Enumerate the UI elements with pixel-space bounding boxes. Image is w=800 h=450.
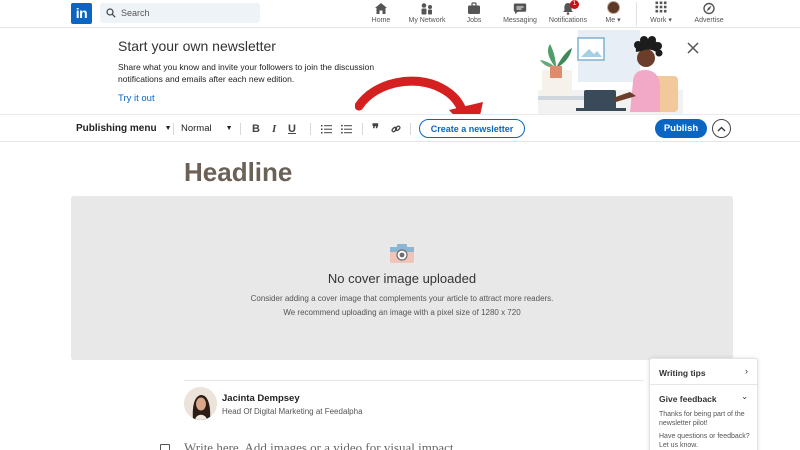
close-icon[interactable] [686,41,700,55]
search-icon [106,8,116,18]
nav-my-network[interactable]: My Network [404,0,450,28]
banner-title: Start your own newsletter [118,38,276,54]
home-icon [375,3,387,14]
publish-button[interactable]: Publish [655,119,707,138]
nav-messaging[interactable]: Messaging [500,0,540,28]
search-input[interactable] [121,8,251,18]
newsletter-illustration [538,30,683,114]
toolbar-divider [310,123,311,135]
briefcase-icon [468,2,480,14]
bold-icon: B [252,122,260,135]
feedback-contact-text: Have questions or feedback? Let us know. [659,433,750,449]
numbered-list-button[interactable] [321,115,332,142]
author-avatar[interactable] [184,387,217,420]
body-block-handle[interactable] [160,444,170,450]
nav-my-network-label: My Network [408,17,446,24]
cover-description: Consider adding a cover image that compl… [250,294,554,303]
side-help-panel: Writing tips › Give feedback ⌄ Thanks fo… [649,358,758,450]
bulleted-list-button[interactable] [341,115,352,142]
cover-size-hint: We recommend uploading an image with a p… [283,308,521,317]
author-name[interactable]: Jacinta Dempsey [222,393,300,404]
italic-icon: I [272,122,277,135]
toolbar-divider [362,123,363,135]
text-style-value: Normal [181,123,212,134]
nav-advertise-label: Advertise [694,17,724,24]
link-button[interactable] [391,115,401,142]
nav-home[interactable]: Home [366,0,396,28]
nav-work-label: Work ▾ [650,17,672,24]
nav-home-label: Home [371,17,391,24]
nav-work[interactable]: Work ▾ [647,0,675,28]
chevron-down-icon: ▼ [225,125,233,132]
publishing-menu-label: Publishing menu [76,123,157,134]
grid-icon [655,1,667,13]
collapse-button[interactable] [712,119,731,138]
notification-badge: 1 [570,0,579,9]
link-icon [391,124,401,132]
underline-icon: U [288,122,296,135]
network-icon [421,3,432,15]
author-divider [184,380,644,381]
avatar [606,1,620,14]
writing-tips-toggle[interactable]: Writing tips [659,368,706,378]
italic-button[interactable]: I [272,115,276,142]
quote-icon: ❞ [372,120,379,136]
headline-input[interactable]: Headline [184,157,292,188]
messaging-icon [513,3,527,14]
nav-divider [636,2,637,26]
nav-me-label: Me ▾ [605,17,621,24]
create-newsletter-button[interactable]: Create a newsletter [419,119,525,138]
chevron-right-icon[interactable]: › [745,366,748,376]
chevron-down-icon[interactable]: ⌄ [741,392,748,401]
chevron-down-icon: ▼ [164,125,172,132]
toolbar-divider [410,123,411,135]
underline-button[interactable]: U [288,115,296,142]
article-body-input[interactable]: Write here. Add images or a video for vi… [184,440,457,450]
author-headline: Head Of Digital Marketing at Feedalpha [222,407,363,416]
feedback-thanks-text: Thanks for being part of the newsletter … [659,411,745,427]
toolbar-divider [173,123,174,135]
nav-advertise[interactable]: Advertise [691,0,727,28]
search-box[interactable] [100,3,260,23]
camera-icon [390,244,414,263]
bulleted-list-icon [341,124,352,134]
give-feedback-toggle[interactable]: Give feedback [659,394,717,404]
numbered-list-icon [321,124,332,133]
publishing-menu-dropdown[interactable]: Publishing menu ▼ [76,115,172,142]
nav-jobs-label: Jobs [466,17,482,24]
nav-notifications[interactable]: 1 Notifications [546,0,590,28]
author-photo [184,387,217,420]
nav-messaging-label: Messaging [503,17,537,24]
bold-button[interactable]: B [252,115,260,142]
linkedin-logo[interactable]: in [71,3,92,24]
nav-jobs[interactable]: Jobs [462,0,486,28]
newsletter-promo-banner: Start your own newsletter Share what you… [0,28,800,138]
compass-icon [703,2,715,15]
try-it-out-link[interactable]: Try it out [118,93,155,104]
panel-divider [650,384,757,385]
nav-notifications-label: Notifications [548,17,588,24]
nav-me[interactable]: Me ▾ [602,0,624,28]
editor-toolbar: Publishing menu ▼ Normal ▼ B I U ❞ Create … [0,114,800,142]
banner-description: Share what you know and invite your foll… [118,62,375,84]
cover-title: No cover image uploaded [327,271,477,286]
toolbar-divider [240,123,241,135]
quote-button[interactable]: ❞ [372,115,379,142]
linkedin-article-editor: in Home My Network Jobs Messaging 1 Noti… [0,0,800,450]
chevron-up-icon [717,126,726,131]
top-navigation: in Home My Network Jobs Messaging 1 Noti… [0,0,800,28]
text-style-dropdown[interactable]: Normal ▼ [181,115,233,142]
